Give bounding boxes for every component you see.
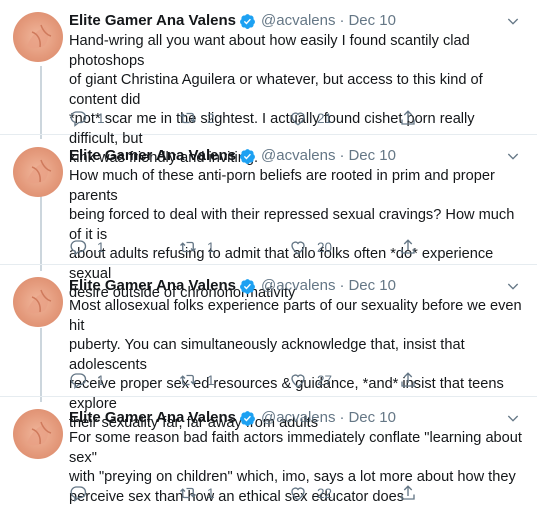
retweet-icon (180, 487, 196, 499)
reply-count: 1 (97, 372, 105, 388)
like-icon (291, 487, 305, 501)
retweet-icon (180, 374, 196, 386)
tweet-actions: 1 1 27 (69, 370, 449, 390)
tweet-actions: 1 1 20 (69, 237, 449, 257)
tweet-date[interactable]: Dec 10 (348, 408, 396, 428)
tweet[interactable]: Elite Gamer Ana Valens @acvalens · Dec 1… (0, 0, 537, 166)
avatar[interactable] (13, 409, 63, 459)
separator-dot: · (339, 12, 345, 29)
caret-down-icon[interactable] (505, 278, 521, 294)
separator-dot: · (339, 409, 345, 426)
like-count: 20 (317, 239, 333, 255)
like-count: 22 (317, 485, 333, 501)
share-button[interactable] (399, 370, 439, 390)
reply-icon (70, 486, 87, 502)
tweet-actions: 1 22 (69, 483, 449, 503)
retweet-icon (180, 112, 196, 124)
like-button[interactable]: 22 (289, 483, 399, 503)
author-name[interactable]: Elite Gamer Ana Valens (69, 146, 236, 166)
like-icon (291, 241, 305, 255)
share-icon (401, 372, 415, 387)
verified-badge-icon (240, 148, 255, 164)
retweet-button[interactable]: 1 (179, 483, 289, 503)
retweet-button[interactable]: 1 (179, 237, 289, 257)
verified-badge-icon (240, 13, 255, 29)
retweet-count: 1 (207, 485, 215, 501)
tweet-date[interactable]: Dec 10 (348, 146, 396, 166)
avatar[interactable] (13, 277, 63, 327)
share-icon (401, 239, 415, 254)
author-name[interactable]: Elite Gamer Ana Valens (69, 408, 236, 428)
reply-button[interactable]: 1 (69, 108, 179, 128)
author-name[interactable]: Elite Gamer Ana Valens (69, 11, 236, 31)
tweet[interactable]: Elite Gamer Ana Valens @acvalens · Dec 1… (0, 265, 537, 431)
like-icon (291, 374, 305, 388)
caret-down-icon[interactable] (505, 410, 521, 426)
retweet-button[interactable]: 2 (179, 108, 289, 128)
author-handle[interactable]: @acvalens (261, 146, 335, 166)
retweet-icon (180, 241, 196, 253)
tweet-date[interactable]: Dec 10 (348, 11, 396, 31)
author-name[interactable]: Elite Gamer Ana Valens (69, 276, 236, 296)
caret-down-icon[interactable] (505, 148, 521, 164)
reply-icon (70, 373, 87, 389)
like-button[interactable]: 20 (289, 237, 399, 257)
like-icon (291, 112, 305, 126)
tweet[interactable]: Elite Gamer Ana Valens @acvalens · Dec 1… (0, 397, 537, 509)
tweet-date[interactable]: Dec 10 (348, 276, 396, 296)
author-handle[interactable]: @acvalens (261, 11, 335, 31)
like-count: 21 (317, 110, 333, 126)
avatar[interactable] (13, 147, 63, 197)
reply-button[interactable] (69, 483, 179, 503)
share-button[interactable] (399, 237, 439, 257)
share-button[interactable] (399, 483, 439, 503)
separator-dot: · (339, 147, 345, 164)
reply-icon (70, 111, 87, 127)
retweet-count: 1 (207, 372, 215, 388)
avatar[interactable] (13, 12, 63, 62)
share-button[interactable] (399, 108, 439, 128)
reply-icon (70, 240, 87, 256)
retweet-count: 1 (207, 239, 215, 255)
share-icon (401, 110, 415, 125)
author-handle[interactable]: @acvalens (261, 408, 335, 428)
reply-count: 1 (97, 239, 105, 255)
like-button[interactable]: 21 (289, 108, 399, 128)
reply-count: 1 (97, 110, 105, 126)
verified-badge-icon (240, 410, 255, 426)
author-handle[interactable]: @acvalens (261, 276, 335, 296)
tweet-actions: 1 2 21 (69, 108, 449, 128)
tweet[interactable]: Elite Gamer Ana Valens @acvalens · Dec 1… (0, 135, 537, 301)
separator-dot: · (339, 277, 345, 294)
retweet-count: 2 (207, 110, 215, 126)
reply-button[interactable]: 1 (69, 370, 179, 390)
like-count: 27 (317, 372, 333, 388)
share-icon (401, 485, 415, 500)
caret-down-icon[interactable] (505, 13, 521, 29)
like-button[interactable]: 27 (289, 370, 399, 390)
retweet-button[interactable]: 1 (179, 370, 289, 390)
verified-badge-icon (240, 278, 255, 294)
reply-button[interactable]: 1 (69, 237, 179, 257)
